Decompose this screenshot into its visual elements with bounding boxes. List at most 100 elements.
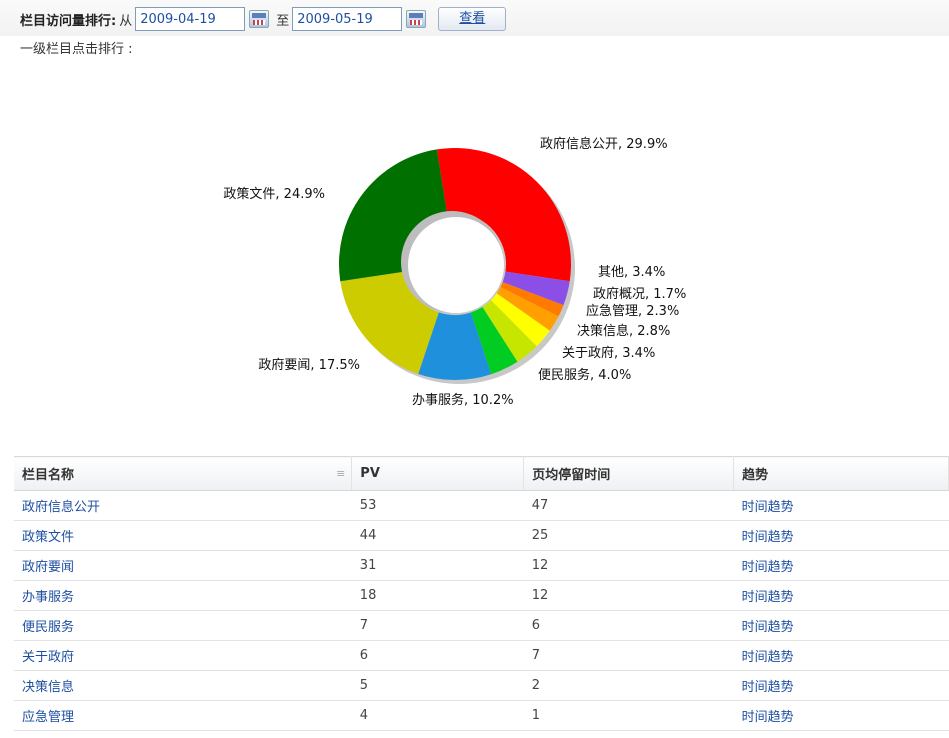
row-trend-link[interactable]: 时间趋势 bbox=[742, 620, 794, 635]
date-range-row: 栏目访问量排行: 从 至 查看 bbox=[20, 7, 507, 31]
table-cell: 时间趋势 bbox=[733, 610, 949, 641]
toolbar: 栏目访问量排行: 从 至 查看 bbox=[0, 0, 949, 36]
table-row: 应急管理 4 1 时间趋势 bbox=[14, 700, 949, 731]
row-column-name-link[interactable]: 政策文件 bbox=[22, 530, 74, 545]
table-cell: 决策信息 bbox=[14, 670, 352, 701]
table-cell: 7 bbox=[523, 640, 734, 671]
table-cell: 12 bbox=[523, 550, 734, 581]
pie-slice-label: 便民服务, 4.0% bbox=[538, 367, 631, 383]
pie-slice-label: 决策信息, 2.8% bbox=[577, 323, 670, 339]
row-column-name-link[interactable]: 便民服务 bbox=[22, 620, 74, 635]
start-date-input[interactable] bbox=[135, 7, 246, 31]
row-column-name-link[interactable]: 政府要闻 bbox=[22, 560, 74, 575]
header-column-name[interactable]: 栏目名称 ≡ bbox=[14, 456, 353, 491]
pie-slice-label: 政策文件, 24.9% bbox=[223, 186, 325, 202]
table-cell: 5 bbox=[351, 670, 524, 701]
row-avg-stay-time: 12 bbox=[531, 588, 549, 603]
table-cell: 31 bbox=[351, 550, 524, 581]
header-trend[interactable]: 趋势 bbox=[733, 456, 949, 491]
table-row: 办事服务 18 12 时间趋势 bbox=[14, 580, 949, 611]
pie-slice-label: 办事服务, 10.2% bbox=[412, 392, 514, 408]
row-trend-link[interactable]: 时间趋势 bbox=[742, 710, 794, 725]
row-pv: 31 bbox=[359, 558, 377, 573]
column-ranking-table: 栏目名称 ≡ PV 页均停留时间 趋势 政府信息公开 53 47 时间趋势 政策文件 44 2… bbox=[14, 456, 949, 731]
table-cell: 时间趋势 bbox=[733, 490, 949, 521]
row-avg-stay-time: 12 bbox=[531, 558, 549, 573]
pie-chart: 政府信息公开, 29.9% 其他, 3.4% 政府概况, 1.7%应急管理, 2.3… bbox=[223, 136, 686, 408]
table-row: 便民服务 7 6 时间趋势 bbox=[14, 610, 949, 641]
table-cell: 时间趋势 bbox=[733, 550, 949, 581]
row-pv: 53 bbox=[359, 498, 377, 513]
row-column-name-link[interactable]: 办事服务 bbox=[22, 590, 74, 605]
table-cell: 办事服务 bbox=[14, 580, 352, 611]
to-label: 至 bbox=[276, 13, 290, 29]
table-cell: 便民服务 bbox=[14, 610, 352, 641]
table-cell: 18 bbox=[351, 580, 524, 611]
pie-slice-label: 其他, 3.4% bbox=[598, 265, 665, 280]
table-cell: 1 bbox=[523, 700, 734, 731]
view-button[interactable]: 查看 bbox=[438, 7, 507, 31]
pie-slice-label: 关于政府, 3.4% bbox=[562, 346, 655, 361]
table-cell: 时间趋势 bbox=[733, 580, 949, 611]
row-column-name-link[interactable]: 政府信息公开 bbox=[22, 500, 100, 515]
row-trend-link[interactable]: 时间趋势 bbox=[742, 680, 794, 695]
table-cell: 政府要闻 bbox=[14, 550, 352, 581]
table-cell: 时间趋势 bbox=[733, 520, 949, 551]
row-pv: 6 bbox=[359, 648, 369, 663]
row-pv: 5 bbox=[359, 678, 369, 693]
pie-slice-label: 政府信息公开, 29.9% bbox=[540, 136, 668, 152]
table-cell: 政策文件 bbox=[14, 520, 352, 551]
row-avg-stay-time: 7 bbox=[531, 648, 540, 663]
table-cell: 关于政府 bbox=[14, 640, 352, 671]
row-avg-stay-time: 47 bbox=[531, 498, 549, 513]
header-avg-stay-time[interactable]: 页均停留时间 bbox=[523, 456, 735, 491]
table-cell: 12 bbox=[523, 580, 734, 611]
row-column-name-link[interactable]: 决策信息 bbox=[22, 680, 74, 695]
table-body: 政府信息公开 53 47 时间趋势 政策文件 44 25 时间趋势 政府要闻 31 12 时间趋势 办事… bbox=[14, 490, 949, 731]
header-pv[interactable]: PV bbox=[351, 456, 525, 491]
table-cell: 时间趋势 bbox=[733, 640, 949, 671]
row-pv: 18 bbox=[359, 588, 377, 603]
row-avg-stay-time: 25 bbox=[531, 528, 549, 543]
row-trend-link[interactable]: 时间趋势 bbox=[742, 560, 794, 575]
start-calendar-icon[interactable] bbox=[249, 10, 270, 28]
table-cell: 时间趋势 bbox=[733, 700, 949, 731]
table-cell: 政府信息公开 bbox=[14, 490, 352, 521]
end-calendar-icon[interactable] bbox=[406, 10, 427, 28]
row-column-name-link[interactable]: 关于政府 bbox=[22, 650, 74, 665]
table-cell: 4 bbox=[351, 700, 524, 731]
table-header-row: 栏目名称 ≡ PV 页均停留时间 趋势 bbox=[14, 456, 949, 491]
toolbar-title: 栏目访问量排行: bbox=[20, 13, 117, 29]
row-pv: 4 bbox=[359, 708, 369, 723]
table-cell: 6 bbox=[351, 640, 524, 671]
row-pv: 44 bbox=[359, 528, 377, 543]
table-cell: 53 bbox=[351, 490, 524, 521]
table-row: 政府信息公开 53 47 时间趋势 bbox=[14, 490, 949, 521]
table-cell: 时间趋势 bbox=[733, 670, 949, 701]
row-trend-link[interactable]: 时间趋势 bbox=[742, 500, 794, 515]
row-avg-stay-time: 1 bbox=[531, 708, 540, 723]
pie-slice-label: 政府要闻, 17.5% bbox=[258, 358, 360, 373]
table-row: 决策信息 5 2 时间趋势 bbox=[14, 670, 949, 701]
row-column-name-link[interactable]: 应急管理 bbox=[22, 710, 74, 725]
pie-hole bbox=[408, 217, 504, 313]
table-row: 关于政府 6 7 时间趋势 bbox=[14, 640, 949, 671]
pie-slice-label: 政府概况, 1.7% bbox=[593, 287, 686, 302]
table-cell: 6 bbox=[523, 610, 734, 641]
row-trend-link[interactable]: 时间趋势 bbox=[742, 650, 794, 665]
table-cell: 44 bbox=[351, 520, 524, 551]
table-cell: 2 bbox=[523, 670, 734, 701]
row-trend-link[interactable]: 时间趋势 bbox=[742, 590, 794, 605]
row-pv: 7 bbox=[359, 618, 369, 633]
row-avg-stay-time: 6 bbox=[531, 618, 540, 633]
table-cell: 应急管理 bbox=[14, 700, 352, 731]
row-trend-link[interactable]: 时间趋势 bbox=[742, 530, 794, 545]
table-row: 政府要闻 31 12 时间趋势 bbox=[14, 550, 949, 581]
pie-slices bbox=[339, 148, 571, 380]
table-cell: 25 bbox=[523, 520, 734, 551]
table-cell: 7 bbox=[351, 610, 524, 641]
end-date-input[interactable] bbox=[292, 7, 403, 31]
table-row: 政策文件 44 25 时间趋势 bbox=[14, 520, 949, 551]
column-menu-icon[interactable]: ≡ bbox=[336, 467, 345, 480]
pie-slice-label: 应急管理, 2.3% bbox=[586, 303, 679, 319]
